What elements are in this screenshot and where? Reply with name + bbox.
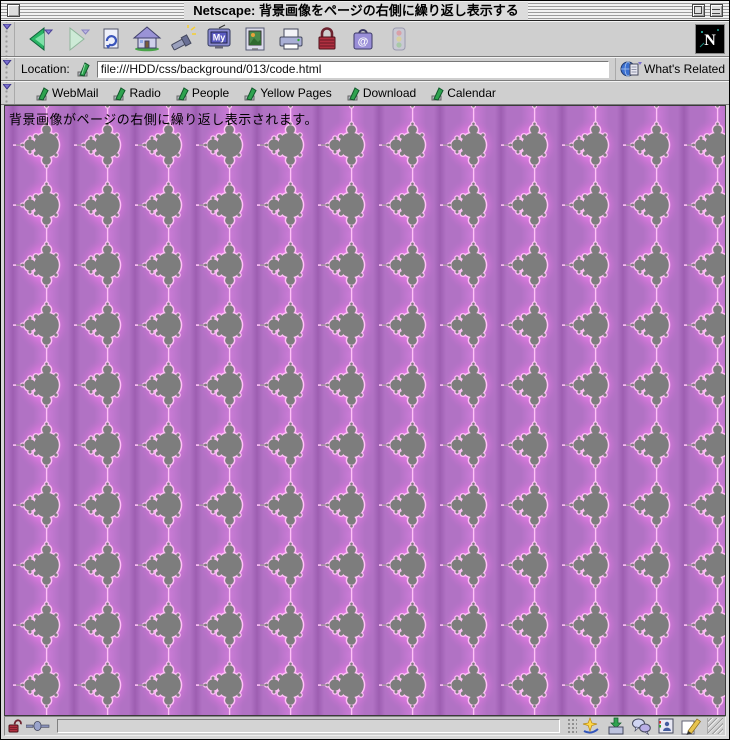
images-button[interactable] [237, 23, 273, 55]
stop-icon [384, 24, 414, 54]
print-button[interactable] [273, 23, 309, 55]
svg-text:My: My [213, 33, 226, 43]
bookmark-label: Yellow Pages [260, 86, 332, 100]
bookmark-label: Calendar [447, 86, 496, 100]
address-book-button[interactable] [655, 717, 677, 735]
netscape-throbber[interactable]: N [695, 24, 725, 54]
back-button[interactable] [21, 23, 57, 55]
address-book-icon [656, 717, 676, 735]
home-button[interactable] [129, 23, 165, 55]
component-bar-handle[interactable] [567, 718, 577, 734]
shop-icon: @ [348, 24, 378, 54]
bookmark-ribbon-icon [346, 86, 360, 101]
forward-icon [60, 24, 90, 54]
collapse-triangle-icon [3, 60, 12, 67]
composer-button[interactable] [680, 717, 702, 735]
security-button[interactable] [309, 23, 345, 55]
home-icon [132, 24, 162, 54]
bookmark-label: People [192, 86, 229, 100]
bookmark-item-webmail[interactable]: WebMail [35, 86, 98, 101]
bookmark-label: Download [363, 86, 416, 100]
shop-button[interactable]: @ [345, 23, 381, 55]
status-bar [4, 716, 726, 736]
netscape-window: Netscape: 背景画像をページの右側に繰り返し表示する [0, 0, 730, 740]
toolbar-collapse-tab[interactable] [1, 22, 15, 56]
bookmark-label: WebMail [52, 86, 98, 100]
browser-viewport: 背景画像がページの右側に繰り返し表示されます。 [4, 105, 726, 716]
title-bar[interactable]: Netscape: 背景画像をページの右側に繰り返し表示する [1, 1, 729, 21]
my-netscape-icon: My [204, 24, 234, 54]
personal-toolbar: WebMail Radio People Yellow Pages Downlo… [1, 81, 729, 105]
navigation-toolbar: My [1, 21, 729, 57]
bookmark-item-calendar[interactable]: Calendar [430, 86, 496, 101]
bookmark-item-radio[interactable]: Radio [112, 86, 160, 101]
status-message [57, 719, 560, 733]
personal-collapse-tab[interactable] [1, 82, 15, 104]
discussions-icon [631, 717, 651, 735]
netscape-n-icon: N [696, 25, 724, 53]
forward-button[interactable] [57, 23, 93, 55]
bookmark-ribbon-icon [243, 86, 257, 101]
bookmark-label: Radio [129, 86, 160, 100]
bookmark-icon[interactable] [76, 61, 91, 77]
whats-related-label: What's Related [644, 62, 725, 76]
bookmark-item-people[interactable]: People [175, 86, 229, 101]
security-icon [312, 24, 342, 54]
location-input[interactable] [97, 61, 609, 78]
whats-related-globe-icon [620, 60, 642, 78]
bookmark-ribbon-icon [112, 86, 126, 101]
search-button[interactable] [165, 23, 201, 55]
bookmark-ribbon-icon [175, 86, 189, 101]
svg-text:N: N [704, 32, 716, 49]
print-icon [276, 24, 306, 54]
whats-related-button[interactable]: What's Related [615, 58, 725, 80]
zoom-box-icon[interactable] [692, 4, 705, 17]
images-icon [240, 24, 270, 54]
page-body-text: 背景画像がページの右側に繰り返し表示されます。 [9, 109, 318, 128]
bookmark-item-download[interactable]: Download [346, 86, 416, 101]
collapse-triangle-icon [3, 84, 12, 91]
collapse-triangle-icon [3, 24, 12, 31]
composer-icon [680, 717, 702, 735]
my-netscape-button[interactable]: My [201, 23, 237, 55]
reload-icon [96, 24, 126, 54]
fractal-tile-background [5, 106, 725, 715]
location-toolbar: Location: What's Related [1, 57, 729, 81]
progress-plug-icon [26, 719, 50, 733]
collapse-box-icon[interactable] [710, 4, 723, 17]
location-label: Location: [21, 62, 70, 76]
svg-text:@: @ [358, 36, 369, 48]
bookmark-ribbon-icon [430, 86, 444, 101]
reload-button[interactable] [93, 23, 129, 55]
resize-grip[interactable] [707, 718, 723, 734]
search-icon [168, 24, 198, 54]
window-title: Netscape: 背景画像をページの右側に繰り返し表示する [184, 2, 528, 20]
back-icon [24, 24, 54, 54]
mailbox-button[interactable] [605, 717, 627, 735]
navigator-icon [581, 717, 601, 735]
stop-button[interactable] [381, 23, 417, 55]
close-box-icon[interactable] [7, 4, 20, 17]
bookmark-ribbon-icon [35, 86, 49, 101]
discussions-button[interactable] [630, 717, 652, 735]
location-collapse-tab[interactable] [1, 58, 15, 80]
navigator-button[interactable] [580, 717, 602, 735]
mailbox-icon [606, 717, 626, 735]
bookmark-item-yellow-pages[interactable]: Yellow Pages [243, 86, 332, 101]
lock-open-icon[interactable] [7, 718, 23, 734]
